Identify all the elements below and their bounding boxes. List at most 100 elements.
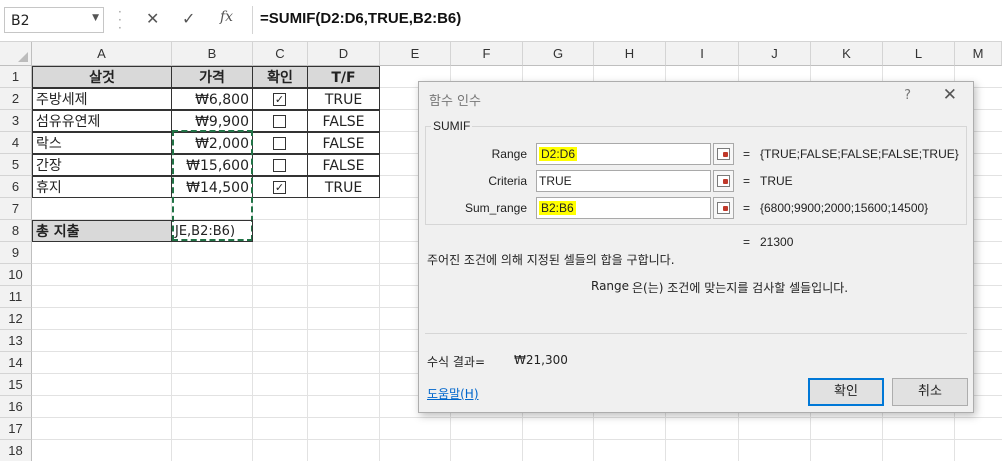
arg-input-criteria[interactable]: TRUE bbox=[536, 170, 711, 192]
row-header-1[interactable]: 1 bbox=[0, 66, 32, 88]
drag-handle-icon[interactable]: · · · bbox=[118, 6, 124, 34]
row-header-10[interactable]: 10 bbox=[0, 264, 32, 286]
arg-equals: = bbox=[743, 147, 751, 161]
row-header-16[interactable]: 16 bbox=[0, 396, 32, 418]
row-header-9[interactable]: 9 bbox=[0, 242, 32, 264]
arg-label-criteria: Criteria bbox=[488, 174, 527, 188]
tf-cell[interactable]: FALSE bbox=[307, 110, 380, 132]
checkbox-cell[interactable]: ✓ bbox=[252, 88, 308, 110]
gridline bbox=[32, 439, 1002, 440]
checkbox-cell[interactable]: ✓ bbox=[252, 176, 308, 198]
arg-result: TRUE bbox=[760, 174, 793, 188]
checkbox-unchecked[interactable] bbox=[273, 137, 286, 150]
column-header-d[interactable]: D bbox=[308, 42, 380, 66]
function-name: SUMIF bbox=[431, 119, 473, 133]
item-cell[interactable]: 휴지 bbox=[32, 176, 172, 198]
checkbox-checked[interactable]: ✓ bbox=[273, 93, 286, 106]
row-header-17[interactable]: 17 bbox=[0, 418, 32, 440]
collapse-dialog-button[interactable] bbox=[713, 143, 734, 165]
ok-button[interactable]: 확인 bbox=[808, 378, 884, 406]
result-equals: = bbox=[743, 235, 751, 249]
row-header-14[interactable]: 14 bbox=[0, 352, 32, 374]
total-label-cell[interactable]: 총 지출 bbox=[32, 220, 172, 242]
formula-bar-buttons: ✕ ✓ fx bbox=[132, 7, 246, 33]
arg-description: 은(는) 조건에 맞는지를 검사할 셀들입니다. bbox=[632, 281, 849, 295]
item-cell[interactable]: 주방세제 bbox=[32, 88, 172, 110]
column-header-j[interactable]: J bbox=[739, 42, 811, 66]
checkbox-cell[interactable] bbox=[252, 110, 308, 132]
row-header-3[interactable]: 3 bbox=[0, 110, 32, 132]
column-header-g[interactable]: G bbox=[523, 42, 594, 66]
column-header-h[interactable]: H bbox=[594, 42, 666, 66]
fx-icon[interactable]: fx bbox=[220, 9, 233, 25]
enter-icon[interactable]: ✓ bbox=[182, 9, 195, 28]
column-header-k[interactable]: K bbox=[811, 42, 883, 66]
arg-description-name: Range bbox=[591, 279, 630, 293]
function-result: 21300 bbox=[760, 235, 794, 249]
close-icon[interactable]: ✕ bbox=[943, 85, 957, 105]
header-cell-tf[interactable]: T/F bbox=[307, 66, 380, 88]
range-select-icon bbox=[717, 175, 730, 187]
checkbox-unchecked[interactable] bbox=[273, 115, 286, 128]
formula-input[interactable]: =SUMIF(D2:D6,TRUE,B2:B6) bbox=[260, 10, 461, 27]
arg-label-range: Range bbox=[491, 147, 527, 161]
arg-input-range[interactable]: D2:D6 bbox=[536, 143, 711, 165]
row-header-6[interactable]: 6 bbox=[0, 176, 32, 198]
row-header-18[interactable]: 18 bbox=[0, 440, 32, 461]
column-header-b[interactable]: B bbox=[172, 42, 253, 66]
cancel-button[interactable]: 취소 bbox=[892, 378, 968, 406]
row-header-2[interactable]: 2 bbox=[0, 88, 32, 110]
formula-result-label: 수식 결과= bbox=[427, 355, 486, 369]
column-header-m[interactable]: M bbox=[955, 42, 1002, 66]
row-header-8[interactable]: 8 bbox=[0, 220, 32, 242]
column-header-a[interactable]: A bbox=[32, 42, 172, 66]
row-header-4[interactable]: 4 bbox=[0, 132, 32, 154]
arg-input-value: D2:D6 bbox=[539, 147, 578, 161]
row-header-7[interactable]: 7 bbox=[0, 198, 32, 220]
help-icon[interactable]: ? bbox=[904, 88, 911, 103]
chevron-down-icon[interactable]: ▼ bbox=[92, 13, 99, 23]
checkbox-cell[interactable] bbox=[252, 132, 308, 154]
arg-equals: = bbox=[743, 174, 751, 188]
tf-cell[interactable]: FALSE bbox=[307, 154, 380, 176]
formula-bar: B2 ▼ · · · ✕ ✓ fx =SUMIF(D2:D6,TRUE,B2:B6) bbox=[0, 0, 1002, 42]
checkbox-checked[interactable]: ✓ bbox=[273, 181, 286, 194]
row-header-11[interactable]: 11 bbox=[0, 286, 32, 308]
item-cell[interactable]: 섬유유연제 bbox=[32, 110, 172, 132]
collapse-dialog-button[interactable] bbox=[713, 197, 734, 219]
arg-result: {6800;9900;2000;15600;14500} bbox=[760, 201, 929, 215]
total-edit-cell[interactable]: JE,B2:B6) bbox=[171, 220, 253, 242]
function-description: 주어진 조건에 의해 지정된 셀들의 합을 구합니다. bbox=[427, 253, 675, 267]
cancel-icon[interactable]: ✕ bbox=[146, 9, 159, 28]
arg-input-value: B2:B6 bbox=[539, 201, 576, 215]
column-header-e[interactable]: E bbox=[380, 42, 451, 66]
arg-label-sum_range: Sum_range bbox=[464, 201, 527, 215]
dialog-divider bbox=[425, 333, 967, 334]
column-header-l[interactable]: L bbox=[883, 42, 955, 66]
select-all-corner[interactable] bbox=[0, 42, 32, 66]
column-header-i[interactable]: I bbox=[666, 42, 739, 66]
help-link[interactable]: 도움말(H) bbox=[427, 385, 479, 402]
row-header-13[interactable]: 13 bbox=[0, 330, 32, 352]
header-cell-check[interactable]: 확인 bbox=[252, 66, 308, 88]
item-cell[interactable]: 락스 bbox=[32, 132, 172, 154]
header-cell-price[interactable]: 가격 bbox=[171, 66, 253, 88]
price-cell[interactable]: ₩6,800 bbox=[171, 88, 253, 110]
price-cell[interactable]: ₩9,900 bbox=[171, 110, 253, 132]
row-header-15[interactable]: 15 bbox=[0, 374, 32, 396]
gridline bbox=[32, 417, 1002, 418]
tf-cell[interactable]: TRUE bbox=[307, 176, 380, 198]
tf-cell[interactable]: FALSE bbox=[307, 132, 380, 154]
row-header-12[interactable]: 12 bbox=[0, 308, 32, 330]
item-cell[interactable]: 간장 bbox=[32, 154, 172, 176]
column-header-f[interactable]: F bbox=[451, 42, 523, 66]
checkbox-unchecked[interactable] bbox=[273, 159, 286, 172]
collapse-dialog-button[interactable] bbox=[713, 170, 734, 192]
checkbox-cell[interactable] bbox=[252, 154, 308, 176]
header-cell-item[interactable]: 살것 bbox=[32, 66, 172, 88]
tf-cell[interactable]: TRUE bbox=[307, 88, 380, 110]
name-box[interactable]: B2 ▼ bbox=[4, 7, 104, 33]
row-header-5[interactable]: 5 bbox=[0, 154, 32, 176]
column-header-c[interactable]: C bbox=[253, 42, 308, 66]
arg-input-sum_range[interactable]: B2:B6 bbox=[536, 197, 711, 219]
